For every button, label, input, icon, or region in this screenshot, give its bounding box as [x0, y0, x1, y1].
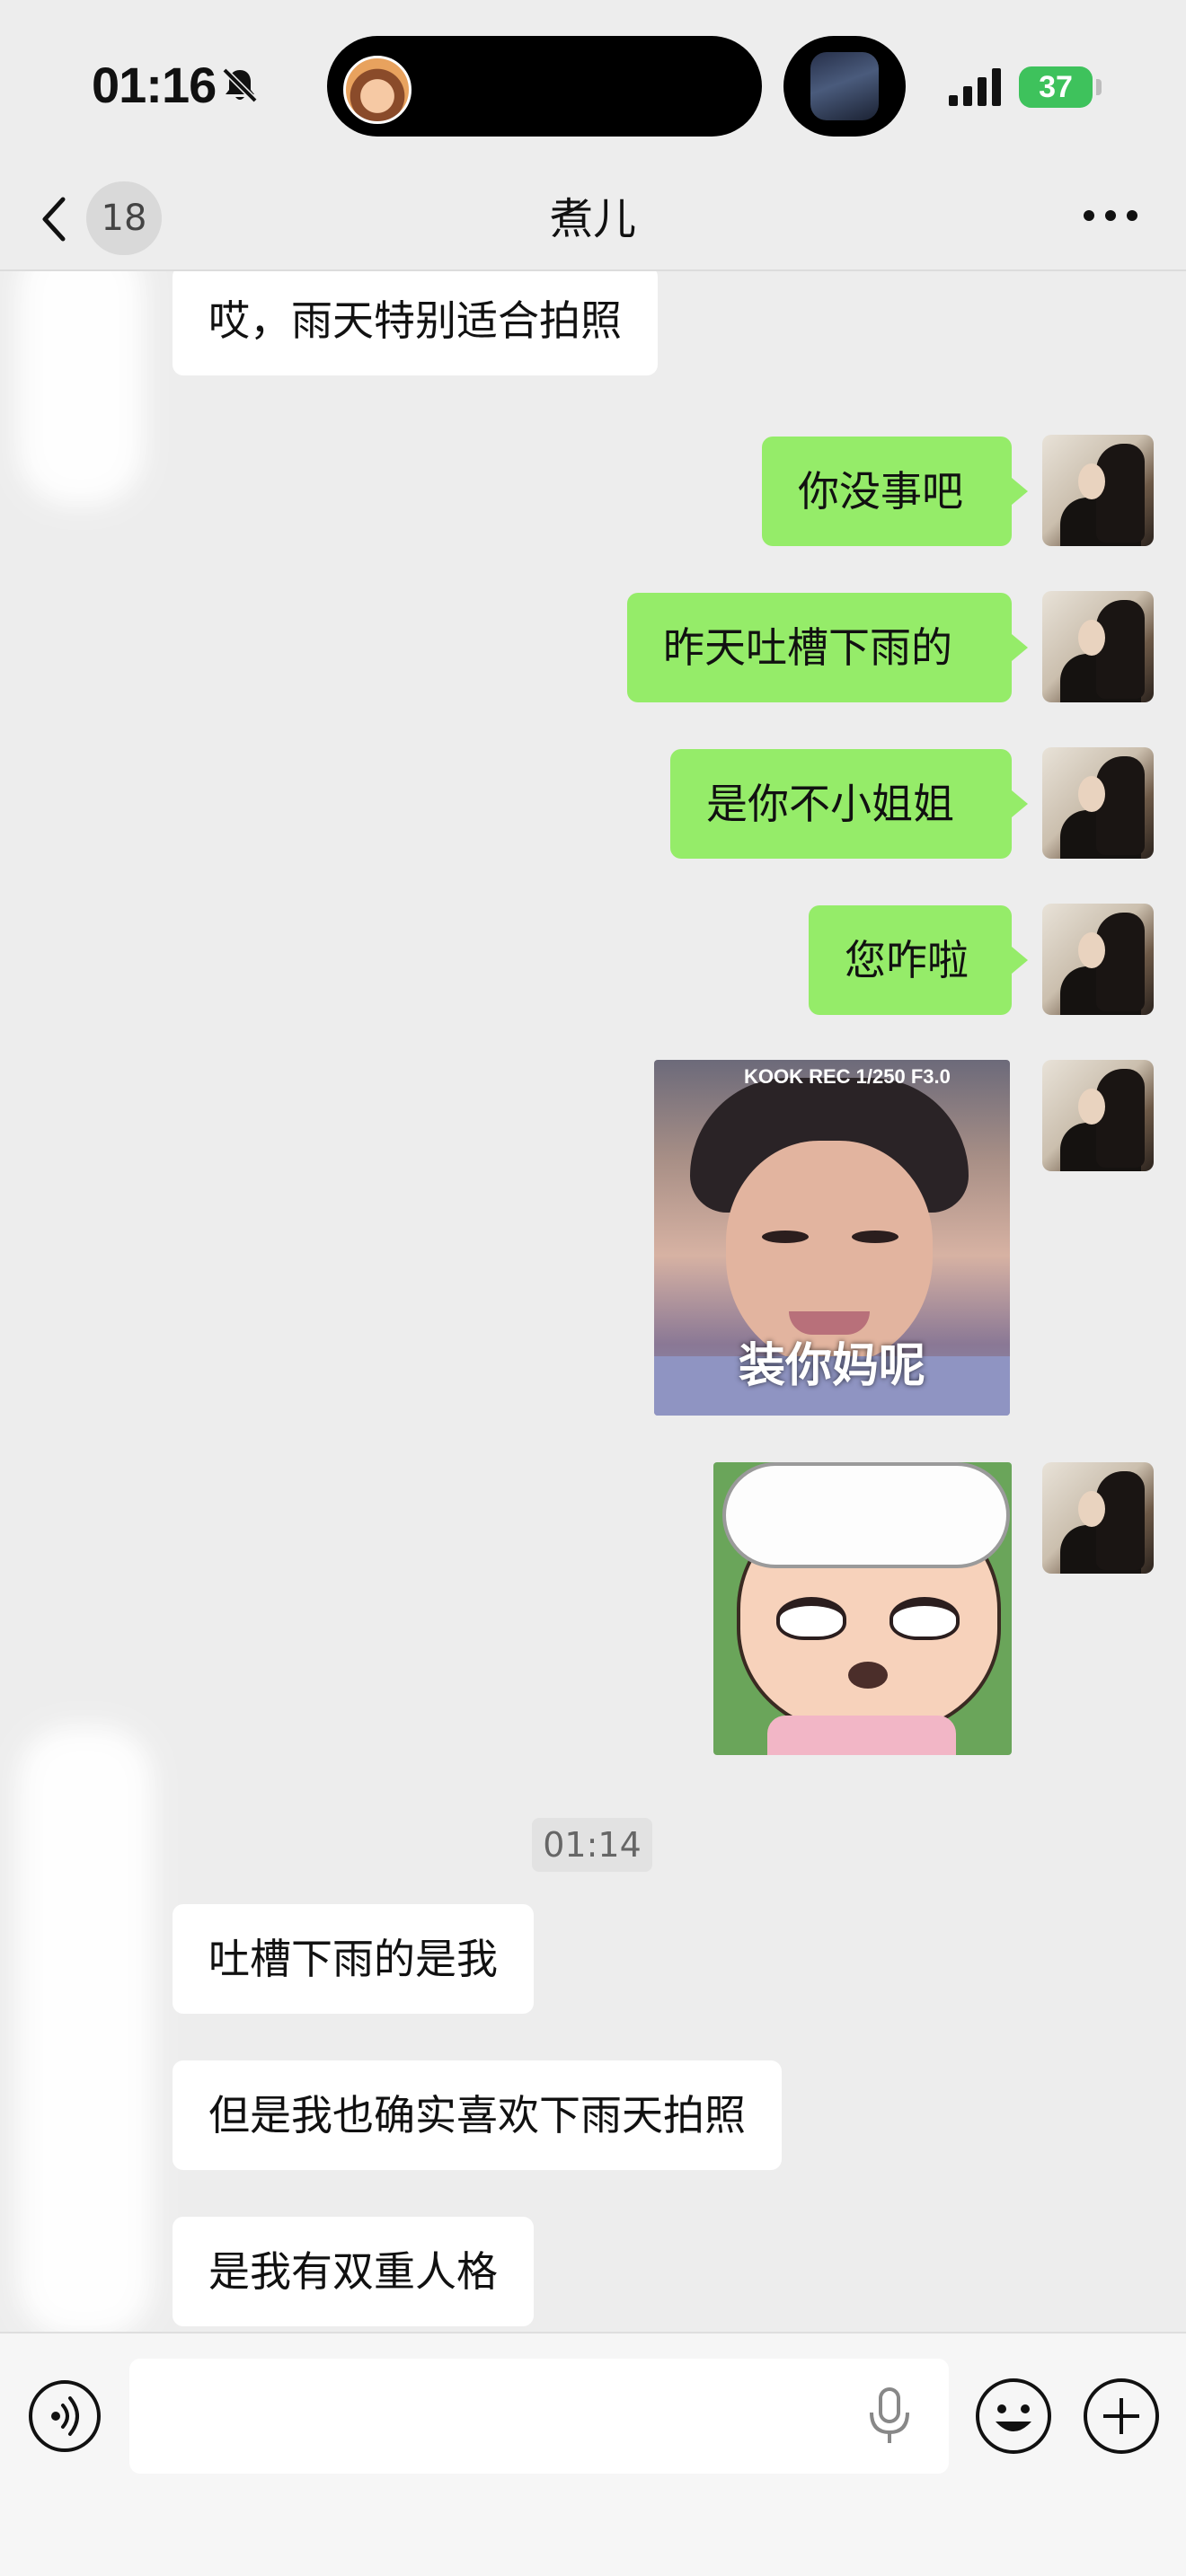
back-icon[interactable] — [36, 192, 72, 246]
more-icon[interactable] — [1082, 205, 1139, 226]
my-avatar[interactable] — [1042, 591, 1154, 702]
island-avatar — [343, 56, 412, 124]
battery-indicator: 37 — [1019, 66, 1093, 108]
signal-icon — [949, 68, 1001, 106]
sticker-message[interactable]: KOOK REC 1/250 F3.0 装你妈呢 — [654, 1060, 1010, 1416]
my-avatar[interactable] — [1042, 435, 1154, 546]
message-incoming[interactable]: 哎，雨天特别适合拍照 — [173, 271, 658, 375]
sticker-nose — [848, 1662, 888, 1689]
island-album-art — [810, 52, 879, 120]
message-list[interactable]: 哎，雨天特别适合拍照 你没事吧 昨天吐槽下雨的 是你不小姐姐 您咋啦 KOOK … — [0, 271, 1186, 2332]
sticker-wool — [722, 1462, 1010, 1568]
sticker-caption: 装你妈呢 — [738, 1339, 925, 1393]
timestamp-label: 01:14 — [532, 1818, 652, 1872]
my-avatar[interactable] — [1042, 1462, 1154, 1574]
my-avatar[interactable] — [1042, 747, 1154, 859]
message-incoming[interactable]: 是我有双重人格 — [173, 2217, 534, 2326]
chat-header: 18 煮儿 — [0, 171, 1186, 271]
mic-icon[interactable] — [864, 2386, 915, 2447]
voice-icon[interactable] — [27, 2378, 102, 2454]
status-time: 01:16 — [92, 57, 217, 113]
input-bar — [0, 2332, 1186, 2576]
sticker-collar — [767, 1716, 956, 1755]
status-bar: 01:16 37 — [0, 0, 1186, 171]
sticker-eye — [890, 1597, 960, 1640]
contact-avatar[interactable] — [18, 1726, 153, 2332]
my-avatar[interactable] — [1042, 1060, 1154, 1171]
emoji-icon[interactable] — [974, 2377, 1053, 2456]
my-avatar[interactable] — [1042, 904, 1154, 1015]
message-incoming[interactable]: 但是我也确实喜欢下雨天拍照 — [173, 2060, 782, 2170]
battery-cap — [1096, 79, 1102, 95]
message-incoming[interactable]: 吐槽下雨的是我 — [173, 1904, 534, 2014]
contact-avatar[interactable] — [18, 271, 144, 505]
sticker-message[interactable] — [713, 1462, 1012, 1755]
bell-off-icon — [222, 67, 258, 103]
message-input[interactable] — [129, 2359, 949, 2474]
sticker-eye — [762, 1231, 809, 1243]
sticker-eye — [852, 1231, 898, 1243]
battery-level: 37 — [1039, 69, 1073, 104]
chat-screen: 01:16 37 18 煮儿 哎，雨天特别适合拍照 你没事吧 昨天吐槽下雨的 是… — [0, 0, 1186, 2576]
chat-title: 煮儿 — [549, 194, 636, 244]
plus-icon[interactable] — [1082, 2377, 1161, 2456]
unread-count-badge[interactable]: 18 — [86, 181, 162, 255]
message-outgoing[interactable]: 是你不小姐姐 — [670, 749, 1028, 859]
message-outgoing[interactable]: 您咋啦 — [809, 905, 1028, 1015]
message-outgoing[interactable]: 昨天吐槽下雨的 — [627, 593, 1028, 702]
sticker-eye — [776, 1597, 846, 1640]
sticker-top-text: KOOK REC 1/250 F3.0 — [744, 1065, 951, 1088]
message-outgoing[interactable]: 你没事吧 — [762, 437, 1028, 546]
